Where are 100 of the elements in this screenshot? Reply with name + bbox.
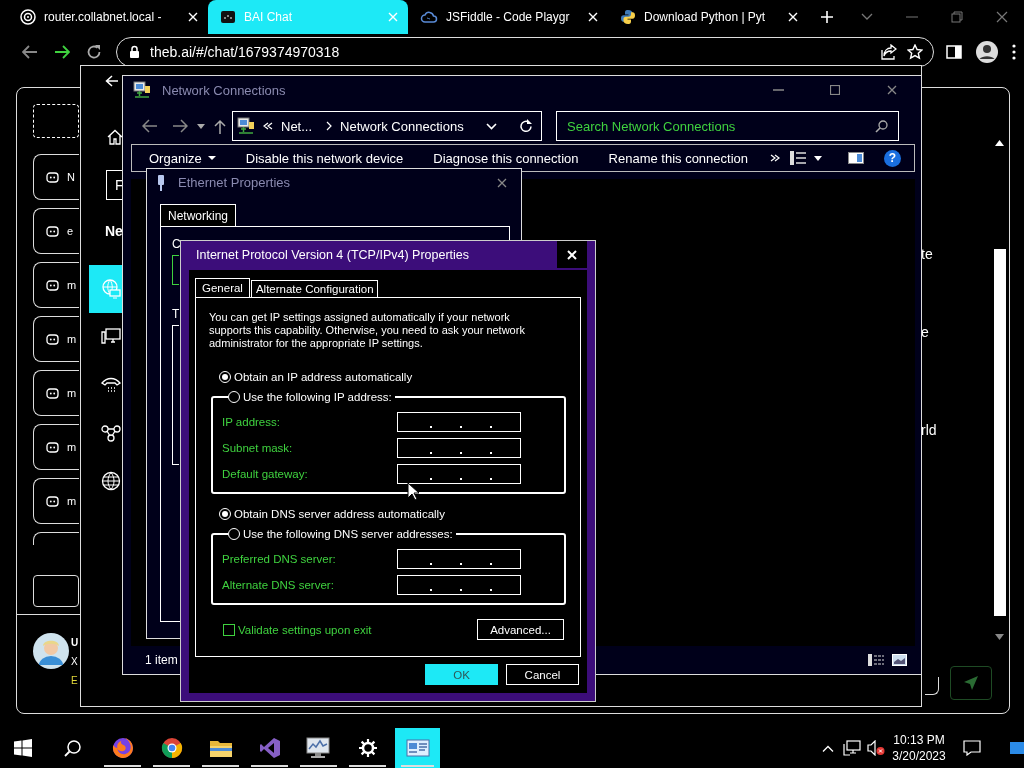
muted-speaker-icon[interactable] <box>867 740 885 756</box>
breadcrumb[interactable]: Net... <box>281 118 313 134</box>
field-label: Alternate DNS server: <box>222 579 335 591</box>
refresh-icon[interactable] <box>519 119 533 133</box>
sidebar-button[interactable] <box>33 575 79 607</box>
tab[interactable]: Networking <box>160 204 237 226</box>
reload-icon[interactable] <box>86 44 102 60</box>
clock[interactable]: 10:13 PM 3/20/2023 <box>888 728 950 768</box>
radio-option[interactable]: Use the following DNS server addresses: <box>228 526 453 542</box>
conversation-item[interactable]: m <box>33 316 79 362</box>
search-field[interactable]: Search Network Connections <box>556 111 899 141</box>
conversation-title: m <box>67 495 77 507</box>
caret-icon[interactable] <box>814 155 822 161</box>
message-text: rld <box>921 422 937 439</box>
globe-icon <box>101 471 121 491</box>
field-label: C <box>172 237 181 251</box>
lock-icon <box>129 45 140 59</box>
address-field[interactable]: Net... Network Connections <box>232 111 542 141</box>
details-view-icon[interactable] <box>868 654 884 666</box>
browser-tab[interactable]: Download Python | Pyt <box>608 0 808 34</box>
home-icon[interactable] <box>107 129 123 145</box>
ip-address-field[interactable] <box>397 464 521 484</box>
conversation-item[interactable]: N <box>33 154 79 200</box>
chat-icon <box>46 170 59 184</box>
status-text: 1 item <box>145 653 179 667</box>
tab[interactable]: General <box>195 278 250 297</box>
ethernet-plug-icon <box>157 174 165 191</box>
cloud-icon <box>420 9 438 25</box>
side-panel-icon[interactable] <box>946 44 962 60</box>
ip-address-field[interactable] <box>397 549 521 569</box>
advanced-button[interactable]: Advanced... <box>477 619 564 640</box>
breadcrumb[interactable]: Network Connections <box>340 118 478 134</box>
back-arrow-icon[interactable] <box>22 45 38 59</box>
preview-pane-icon[interactable] <box>848 152 864 164</box>
forward-arrow-icon[interactable] <box>54 45 70 59</box>
conversation-item[interactable]: m <box>33 262 79 308</box>
help-button[interactable]: ? <box>884 149 901 167</box>
ip-address-field[interactable] <box>397 438 521 458</box>
view-options-icon[interactable] <box>790 150 806 166</box>
user-status: E <box>71 674 79 688</box>
avatar-icon[interactable] <box>33 633 69 669</box>
radio-option[interactable]: Obtain DNS server address automatically <box>219 506 566 522</box>
tab[interactable]: Alternate Configuration <box>250 280 378 297</box>
caret-icon[interactable] <box>197 123 205 129</box>
restore-icon[interactable] <box>950 11 963 23</box>
dialog-title: Internet Protocol Version 4 (TCP/IPv4) Properties <box>196 248 471 262</box>
maximize-icon[interactable] <box>830 85 840 95</box>
chevron-down-icon[interactable] <box>486 122 497 130</box>
notification-icon[interactable] <box>963 740 981 756</box>
conversation-item[interactable]: m <box>33 424 79 470</box>
radio-option[interactable]: Use the following IP address: <box>228 389 392 405</box>
browser-tab[interactable]: JSFiddle - Code Playgr <box>408 0 608 34</box>
conversation-item[interactable]: m <box>33 478 79 524</box>
show-desktop-icon[interactable] <box>1010 740 1024 756</box>
close-icon <box>567 249 577 260</box>
monitor-chart-icon <box>305 737 332 759</box>
toolbar-button[interactable]: Rename this connection <box>608 150 749 166</box>
field-label: Preferred DNS server: <box>222 553 337 565</box>
network-icon[interactable] <box>843 740 861 756</box>
radio-option[interactable]: Obtain an IP address automatically <box>219 369 566 385</box>
star-icon[interactable] <box>907 44 923 60</box>
share-icon[interactable] <box>881 44 897 60</box>
ip-address-field[interactable] <box>397 412 521 432</box>
ip-address-field[interactable] <box>397 575 521 595</box>
chevron-up-icon[interactable] <box>822 744 834 752</box>
up-arrow-icon[interactable] <box>214 118 226 134</box>
window-title: Network Connections <box>162 82 287 98</box>
telephone-icon <box>101 376 121 394</box>
profile-icon[interactable] <box>976 41 998 63</box>
tiles-view-icon[interactable] <box>892 654 907 666</box>
fox-globe-icon <box>110 736 135 760</box>
conversation-item[interactable]: m <box>33 370 79 416</box>
field-label: Default gateway: <box>222 468 309 480</box>
browser-tab[interactable]: router.collabnet.local - <box>8 0 208 34</box>
menu-icon[interactable] <box>1012 44 1016 60</box>
toolbar-button[interactable]: Disable this network device <box>245 150 404 166</box>
scroll-up-icon[interactable] <box>995 140 1004 146</box>
toolbar-button[interactable]: Diagnose this connection <box>433 150 579 166</box>
conversation-item[interactable]: e <box>33 208 79 254</box>
chat-icon <box>46 224 59 238</box>
close-button[interactable] <box>557 241 587 268</box>
conversation-title: m <box>67 279 77 291</box>
new-chat-button[interactable] <box>33 104 79 138</box>
section-heading: Ne <box>105 222 124 240</box>
plus-icon[interactable] <box>820 10 834 24</box>
scrollbar-thumb[interactable] <box>993 249 1006 616</box>
user-detail: X <box>71 655 79 669</box>
toolbar-button[interactable]: Organize <box>149 150 216 166</box>
more-chevron-icon[interactable] <box>770 154 781 162</box>
scroll-down-icon[interactable] <box>995 634 1004 640</box>
dialog-button[interactable]: OK <box>425 664 498 685</box>
chat-icon <box>46 332 59 346</box>
minimize-icon[interactable] <box>772 89 784 91</box>
dialog-button[interactable]: Cancel <box>506 664 579 685</box>
send-button[interactable] <box>950 666 992 700</box>
send-icon <box>963 675 979 691</box>
windows-logo-icon <box>14 739 32 757</box>
forward-arrow-icon[interactable] <box>172 119 188 133</box>
chat-icon <box>46 386 59 400</box>
chat-icon <box>46 440 59 454</box>
